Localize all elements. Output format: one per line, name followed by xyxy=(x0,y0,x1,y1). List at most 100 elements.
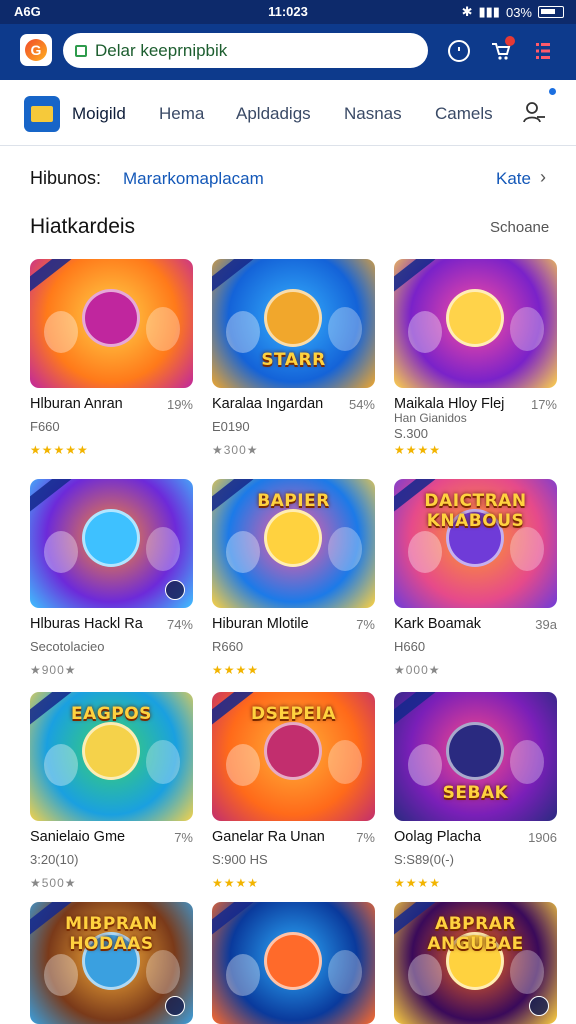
character-art xyxy=(146,527,180,571)
character-art xyxy=(226,744,260,786)
game-thumbnail[interactable]: STARR xyxy=(212,259,375,388)
game-percent: 7% xyxy=(356,830,375,845)
corner-ribbon xyxy=(30,479,72,517)
character-art xyxy=(328,950,362,994)
tab-camels[interactable]: Camels xyxy=(435,104,493,124)
game-thumbnail[interactable] xyxy=(30,479,193,608)
filter-row: Hibunos: Mararkomaplacam Kate › xyxy=(0,150,576,206)
chevron-right-icon[interactable]: › xyxy=(540,167,546,188)
game-price: S.300 xyxy=(394,426,428,441)
game-price: Secotolacieo xyxy=(30,639,105,654)
character-art xyxy=(44,744,78,786)
tab-nasnas[interactable]: Nasnas xyxy=(344,104,402,124)
game-banner-text: ABPRAR ANGUBAE xyxy=(427,914,524,954)
status-icons: ✱ ▮▮▮ 03% xyxy=(462,4,564,20)
character-art xyxy=(446,289,504,347)
game-percent: 1906 xyxy=(528,830,557,845)
play-icon[interactable] xyxy=(165,996,185,1016)
cart-badge xyxy=(505,36,515,46)
game-card[interactable]: STARR Karalaa Ingardan 54% E0190 ★300★ xyxy=(212,259,377,457)
game-title: Kark Boamak xyxy=(394,616,482,632)
tab-hema[interactable]: Hema xyxy=(159,104,204,124)
store-icon[interactable] xyxy=(24,96,60,132)
section-title: Hiatkardeis xyxy=(30,215,136,238)
game-thumbnail[interactable]: SEBAK xyxy=(394,692,557,821)
game-banner-text: BAPIER xyxy=(257,491,330,511)
character-art xyxy=(510,527,544,571)
character-art xyxy=(44,531,78,573)
rating-stars: ★★★★ xyxy=(394,876,442,890)
game-card[interactable]: Hlburas Hackl Ra 74% Secotolacieo ★900★ xyxy=(30,479,195,677)
search-bar[interactable] xyxy=(63,33,428,68)
search-input[interactable] xyxy=(95,40,395,61)
game-card[interactable]: Maikala Hloy Flej 17% S.300 Han Gianidos ★★★… xyxy=(394,259,559,457)
game-percent: 17% xyxy=(530,397,557,412)
game-title: Hiburan Mlotile xyxy=(212,616,309,632)
character-art xyxy=(44,311,78,353)
game-thumbnail[interactable] xyxy=(30,259,193,388)
signal-icon: ▮▮▮ xyxy=(478,4,500,19)
game-card[interactable]: ABPRAR ANGUBAE xyxy=(394,902,559,1024)
game-thumbnail[interactable] xyxy=(394,259,557,388)
game-thumbnail[interactable] xyxy=(212,902,375,1024)
tab-moigild[interactable]: Moigild xyxy=(72,104,126,124)
character-art xyxy=(408,744,442,786)
game-card[interactable]: BAPIER Hiburan Mlotile 7% R660 ★★★★ xyxy=(212,479,377,677)
character-art xyxy=(264,289,322,347)
game-card[interactable]: MIBPRAN HODAAS xyxy=(30,902,195,1024)
game-card[interactable]: Hlburan Anran 19% F660 ★★★★★ xyxy=(30,259,195,457)
game-title: Sanielaio Gme xyxy=(30,829,126,845)
rating-stars: ★★★★ xyxy=(212,876,260,890)
menu-icon[interactable] xyxy=(532,40,554,62)
game-thumbnail[interactable]: EAGPOS xyxy=(30,692,193,821)
game-title: Karalaa Ingardan xyxy=(212,396,324,412)
character-art xyxy=(146,307,180,351)
game-card[interactable] xyxy=(212,902,377,1024)
game-percent: 54% xyxy=(348,397,375,412)
game-price: S:S89(0(-) xyxy=(394,852,454,867)
category-link[interactable]: Kate xyxy=(496,169,531,189)
game-card[interactable]: DAICTRAN KNABOUS Kark Boamak 39a H660 ★000★ xyxy=(394,479,559,677)
filter-link[interactable]: Mararkomaplacam xyxy=(123,169,264,189)
game-price: H660 xyxy=(394,639,426,654)
game-banner-text: DAICTRAN KNABOUS xyxy=(424,491,527,531)
game-card[interactable]: DSEPEIA Ganelar Ra Unan 7% S:900 HS ★★★★ xyxy=(212,692,377,890)
rating-stars: ★★★★★ xyxy=(30,443,89,457)
game-banner-text: DSEPEIA xyxy=(250,704,337,724)
lock-icon xyxy=(75,44,87,57)
game-card[interactable]: EAGPOS Sanielaio Gme 7% 3:20(10) ★500★ xyxy=(30,692,195,890)
character-art xyxy=(146,950,180,994)
game-price: E0190 xyxy=(212,419,250,434)
character-art xyxy=(146,740,180,784)
tab-bar: Moigild Hema Apldadigs Nasnas Camels xyxy=(0,80,576,146)
corner-ribbon xyxy=(212,259,254,297)
game-percent: 74% xyxy=(166,617,193,632)
game-percent: 7% xyxy=(174,830,193,845)
section-action[interactable]: Schoane xyxy=(490,219,549,236)
tab-apldadigs[interactable]: Apldadigs xyxy=(236,104,311,124)
rating-stars: ★300★ xyxy=(212,443,259,457)
character-art xyxy=(328,307,362,351)
character-art xyxy=(82,289,140,347)
cart-icon[interactable] xyxy=(490,36,515,62)
character-art xyxy=(510,950,544,994)
game-title: Oolag Placha xyxy=(394,829,482,845)
game-thumbnail[interactable]: MIBPRAN HODAAS xyxy=(30,902,193,1024)
rating-stars: ★000★ xyxy=(394,663,441,677)
game-thumbnail[interactable]: ABPRAR ANGUBAE xyxy=(394,902,557,1024)
game-percent: 7% xyxy=(356,617,375,632)
corner-ribbon xyxy=(394,259,436,297)
battery-icon xyxy=(538,6,564,18)
game-thumbnail[interactable]: DAICTRAN KNABOUS xyxy=(394,479,557,608)
game-thumbnail[interactable]: DSEPEIA xyxy=(212,692,375,821)
user-notification-icon[interactable] xyxy=(522,100,546,124)
game-thumbnail[interactable]: BAPIER xyxy=(212,479,375,608)
game-card[interactable]: SEBAK Oolag Placha 1906 S:S89(0(-) ★★★★ xyxy=(394,692,559,890)
timer-icon[interactable] xyxy=(448,40,470,62)
play-icon[interactable] xyxy=(165,580,185,600)
top-app-bar: G xyxy=(0,24,576,80)
rating-stars: ★900★ xyxy=(30,663,77,677)
app-logo[interactable]: G xyxy=(20,34,52,66)
character-art xyxy=(82,722,140,780)
play-icon[interactable] xyxy=(529,996,549,1016)
